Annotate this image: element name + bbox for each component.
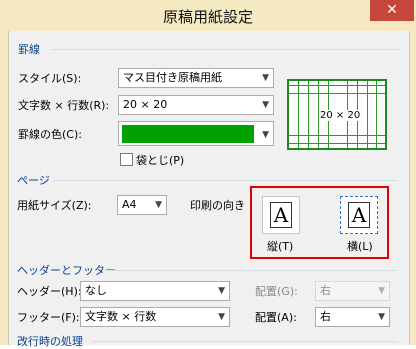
orientation-label: 印刷の向き [190, 199, 245, 212]
fold-checkbox[interactable] [120, 153, 133, 166]
paper-size-value: A4 [122, 198, 137, 211]
grid-preview: 20 × 20 [287, 79, 387, 150]
landscape-button[interactable]: A [340, 196, 378, 234]
chevron-down-icon: ▼ [378, 286, 385, 296]
grid-line [367, 81, 368, 148]
portrait-icon: A [269, 202, 293, 228]
portrait-button[interactable]: A [262, 196, 300, 234]
chevron-down-icon: ▼ [378, 312, 385, 322]
footer-position-value: 右 [320, 310, 331, 323]
paper-size-dropdown[interactable]: A4 ▼ [117, 195, 167, 215]
header-footer-group-title: ヘッダーとフッター [17, 264, 116, 277]
grid-line [289, 85, 385, 86]
grid-line [289, 93, 385, 94]
group-divider [104, 270, 398, 271]
color-label: 罫線の色(C): [18, 128, 82, 141]
grid-line [376, 81, 377, 148]
grid-line [289, 143, 385, 144]
grid-group-title: 罫線 [18, 43, 40, 56]
chevron-down-icon: ▼ [262, 100, 269, 110]
header-position-dropdown[interactable]: 右 ▼ [315, 281, 390, 301]
line-break-group-title: 改行時の処理 [17, 335, 83, 348]
grid-line [289, 135, 385, 136]
group-divider [52, 180, 398, 181]
paper-size-label: 用紙サイズ(Z): [17, 199, 92, 212]
footer-position-dropdown[interactable]: 右 ▼ [315, 307, 390, 327]
footer-position-label: 配置(A): [255, 311, 297, 324]
chars-value: 20 × 20 [123, 98, 168, 111]
footer-dropdown[interactable]: 文字数 × 行数 ▼ [80, 307, 230, 327]
chevron-down-icon: ▼ [218, 286, 225, 296]
header-position-label: 配置(G): [255, 285, 298, 298]
close-button[interactable]: ✕ [370, 0, 414, 21]
title-bar[interactable]: 原稿用紙設定 ✕ [0, 0, 416, 31]
portrait-label[interactable]: 縦(T) [267, 238, 293, 254]
header-position-value: 右 [320, 284, 331, 297]
footer-label: フッター(F): [17, 311, 80, 324]
group-divider [51, 49, 399, 50]
header-dropdown[interactable]: なし ▼ [80, 281, 230, 301]
chevron-down-icon: ▼ [218, 312, 225, 322]
chevron-down-icon: ▼ [155, 200, 162, 210]
chevron-down-icon: ▼ [262, 130, 269, 140]
footer-value: 文字数 × 行数 [85, 310, 157, 323]
chars-label: 文字数 × 行数(R): [18, 99, 110, 112]
grid-line [308, 81, 309, 148]
window-frame-left [0, 31, 8, 345]
style-label: スタイル(S): [18, 72, 82, 85]
fold-label[interactable]: 袋とじ(P) [136, 152, 184, 168]
style-value: マス目付き原稿用紙 [123, 71, 222, 84]
preview-text: 20 × 20 [319, 110, 362, 121]
color-dropdown[interactable]: ▼ [118, 121, 274, 146]
chars-dropdown[interactable]: 20 × 20 ▼ [118, 95, 274, 115]
color-swatch [122, 125, 254, 143]
window-title: 原稿用紙設定 [162, 8, 253, 26]
header-label: ヘッダー(H): [17, 285, 82, 298]
page-setup-dialog: 原稿用紙設定 ✕ 罫線 スタイル(S): マス目付き原稿用紙 ▼ 文字数 × 行… [0, 0, 416, 348]
landscape-icon: A [347, 202, 371, 228]
style-dropdown[interactable]: マス目付き原稿用紙 ▼ [118, 68, 274, 88]
chevron-down-icon: ▼ [262, 73, 269, 83]
group-divider [92, 341, 398, 342]
page-group-title: ページ [17, 174, 50, 187]
landscape-label[interactable]: 横(L) [347, 238, 373, 254]
header-value: なし [85, 284, 107, 297]
grid-line [298, 81, 299, 148]
